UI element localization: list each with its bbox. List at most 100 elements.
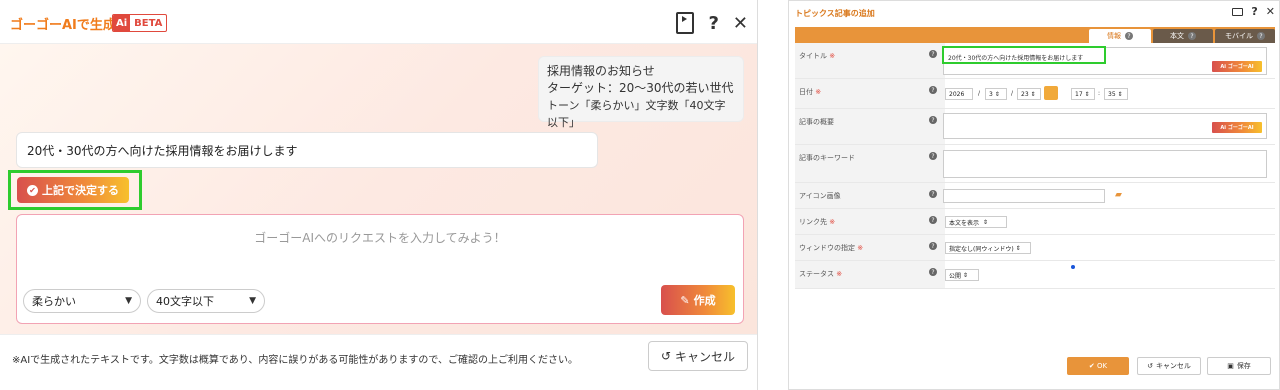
window-select-value: 指定なし(同ウィンドウ) (949, 245, 1014, 253)
year-input[interactable]: 2026 (945, 88, 973, 100)
check-icon: ✔ (1088, 362, 1097, 370)
help-icon[interactable]: ? (929, 268, 937, 276)
day-select[interactable]: 23 ⇕ (1017, 88, 1041, 100)
help-icon[interactable]: ? (1125, 32, 1133, 40)
hour-value: 17 (1075, 90, 1083, 98)
chevron-down-icon: ▼ (249, 296, 256, 306)
decide-button-label: 上記で決定する (42, 184, 119, 197)
row-icon-image: アイコン画像 ? ▰ (795, 183, 1275, 209)
cancel-button-label: キャンセル (675, 349, 736, 364)
required-mark: ※ (829, 218, 836, 226)
year-value: 2026 (949, 90, 965, 98)
summary-textarea[interactable]: Ai ゴーゴーAI (943, 113, 1267, 139)
generated-text: 20代・30代の方へ向けた採用情報をお届けします (16, 132, 598, 168)
icon-image-input[interactable] (943, 189, 1105, 203)
folder-icon[interactable]: ▰ (1115, 190, 1122, 200)
help-icon[interactable]: ? (929, 216, 937, 224)
beta-badge: Ai BETA (112, 14, 168, 32)
tab-body-label: 本文 (1170, 32, 1184, 40)
topic-form: タイトル ※ ? 20代・30代の方へ向けた採用情報をお届けします Ai ゴーゴ… (795, 43, 1275, 289)
month-select[interactable]: 3 ⇕ (985, 88, 1007, 100)
tab-bar: 情報 ? 本文 ? モバイル ? (795, 27, 1275, 43)
cancel-button[interactable]: ↺ キャンセル (648, 341, 748, 371)
ai-generate-button[interactable]: Ai ゴーゴーAI (1212, 122, 1262, 133)
tone-select[interactable]: 柔らかい ▼ (23, 289, 141, 313)
day-value: 23 (1021, 90, 1029, 98)
topic-header-icons: ? ✕ (1232, 5, 1275, 18)
minute-select[interactable]: 35 ⇕ (1104, 88, 1128, 100)
date-label-cell: 日付 ※ ? (795, 79, 945, 108)
tab-info-label: 情報 (1107, 32, 1121, 40)
close-icon[interactable]: ✕ (1266, 5, 1275, 18)
required-mark: ※ (829, 52, 836, 60)
cancel-button-label: キャンセル (1155, 362, 1191, 370)
month-value: 3 (989, 90, 993, 98)
title-label-cell: タイトル ※ ? (795, 43, 945, 78)
bubble-line-target: ターゲット：20〜30代の若い世代 (547, 81, 734, 95)
help-icon[interactable]: ? (929, 190, 937, 198)
save-button[interactable]: ▣ 保存 (1207, 357, 1271, 375)
help-icon[interactable]: ? (708, 12, 718, 34)
length-select[interactable]: 40文字以下 ▼ (147, 289, 265, 313)
topic-add-dialog: トピックス記事の追加 ? ✕ 情報 ? 本文 ? モバイル ? タイトル ※ ?… (788, 0, 1280, 390)
window-label: ウィンドウの指定 (799, 244, 855, 252)
title-textarea[interactable]: 20代・30代の方へ向けた採用情報をお届けします Ai ゴーゴーAI (942, 46, 1267, 75)
help-icon[interactable]: ? (1188, 32, 1196, 40)
topic-dialog-title: トピックス記事の追加 (795, 9, 875, 18)
ok-button-label: OK (1096, 362, 1108, 370)
icon-label: アイコン画像 (799, 192, 841, 200)
keyword-label: 記事のキーワード (799, 154, 855, 162)
chat-area: 採用情報のお知らせ ターゲット：20〜30代の若い世代 トーン「柔らかい」文字数… (0, 44, 757, 334)
chevron-down-icon: ▼ (125, 296, 132, 306)
row-summary: 記事の概要 ? Ai ゴーゴーAI (795, 109, 1275, 145)
bubble-line-topic: 採用情報のお知らせ (547, 64, 655, 78)
help-icon[interactable]: ? (929, 116, 937, 124)
save-button-label: 保存 (1236, 362, 1251, 370)
dialog-title: ゴーゴーAIで生成 (10, 18, 116, 33)
help-icon[interactable]: ? (929, 152, 937, 160)
required-mark: ※ (836, 270, 843, 278)
status-select[interactable]: 公開 ⇕ (945, 269, 979, 281)
icon-label-cell: アイコン画像 ? (795, 183, 945, 208)
pencil-icon: ✎ (680, 293, 690, 307)
summary-label-cell: 記事の概要 ? (795, 109, 945, 144)
help-icon[interactable]: ? (929, 86, 937, 94)
video-guide-icon[interactable] (676, 12, 695, 34)
help-icon[interactable]: ? (929, 50, 937, 58)
tab-body[interactable]: 本文 ? (1153, 29, 1213, 43)
generate-button-label: 作成 (693, 294, 716, 307)
calendar-icon[interactable] (1044, 86, 1058, 100)
decide-button[interactable]: ✔ 上記で決定する (17, 177, 129, 203)
status-label: ステータス (799, 270, 834, 278)
hour-select[interactable]: 17 ⇕ (1071, 88, 1095, 100)
link-select[interactable]: 本文を表示 ⇕ (945, 216, 1007, 228)
row-keywords: 記事のキーワード ? (795, 145, 1275, 183)
tab-mobile[interactable]: モバイル ? (1215, 29, 1275, 43)
ai-generate-button[interactable]: Ai ゴーゴーAI (1212, 61, 1262, 72)
row-window: ウィンドウの指定 ※ ? 指定なし(同ウィンドウ) ⇕ (795, 235, 1275, 261)
close-icon[interactable]: ✕ (733, 12, 748, 34)
keyword-textarea[interactable] (943, 150, 1267, 178)
help-icon[interactable]: ? (1257, 32, 1265, 40)
help-icon[interactable]: ? (929, 242, 937, 250)
request-input[interactable]: ゴーゴーAIへのリクエストを入力してみよう！ 柔らかい ▼ 40文字以下 ▼ ✎… (16, 214, 744, 324)
dialog-footer: ※AIで生成されたテキストです。文字数は概算であり、内容に誤りがある可能性があり… (0, 334, 757, 390)
status-label-cell: ステータス ※ ? (795, 261, 945, 288)
window-select[interactable]: 指定なし(同ウィンドウ) ⇕ (945, 242, 1031, 254)
save-icon: ▣ (1227, 362, 1234, 370)
ok-button[interactable]: ✔ OK (1067, 357, 1129, 375)
help-icon[interactable]: ? (1251, 5, 1257, 18)
request-bubble: 採用情報のお知らせ ターゲット：20〜30代の若い世代 トーン「柔らかい」文字数… (538, 56, 744, 129)
window-label-cell: ウィンドウの指定 ※ ? (795, 235, 945, 260)
ai-badge-prefix: Ai (1220, 124, 1226, 131)
topic-dialog-header: トピックス記事の追加 ? ✕ (789, 1, 1279, 25)
screenshot-root: ゴーゴーAIで生成 Ai BETA ? ✕ 採用情報のお知らせ ターゲット：20… (0, 0, 1280, 390)
link-label-cell: リンク先 ※ ? (795, 209, 945, 234)
cancel-button[interactable]: ↺ キャンセル (1137, 357, 1201, 375)
row-link: リンク先 ※ ? 本文を表示 ⇕ (795, 209, 1275, 235)
video-guide-icon[interactable] (1232, 7, 1244, 16)
generate-button[interactable]: ✎ 作成 (661, 285, 735, 315)
title-value: 20代・30代の方へ向けた採用情報をお届けします (948, 55, 1084, 62)
summary-label: 記事の概要 (799, 118, 834, 126)
tab-info[interactable]: 情報 ? (1089, 29, 1151, 43)
